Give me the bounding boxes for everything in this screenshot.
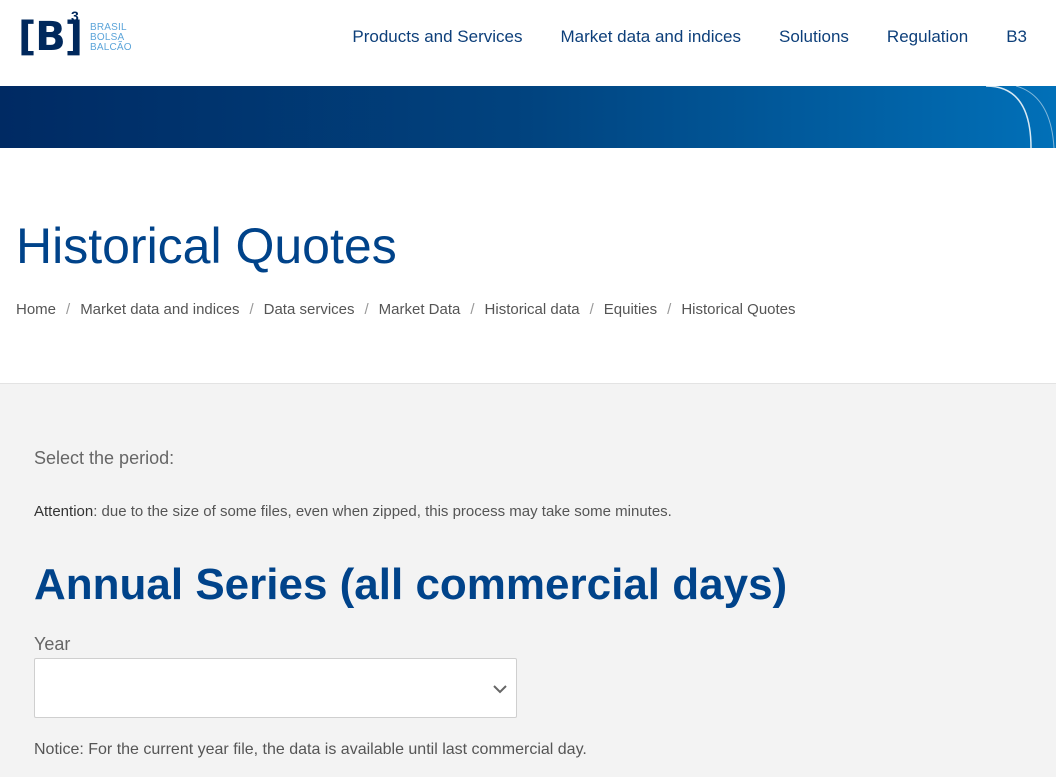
- b3-logo[interactable]: [B] 3 BRASIL BOLSA BALCÃO: [18, 8, 143, 66]
- breadcrumb-item[interactable]: Data services: [264, 301, 355, 318]
- logo-line: BALCÃO: [90, 42, 132, 53]
- breadcrumb-item[interactable]: Market data and indices: [80, 301, 239, 318]
- chevron-down-icon: [493, 685, 507, 694]
- page-heading-area: Historical Quotes Home / Market data and…: [0, 148, 1056, 384]
- nav-item-market-data[interactable]: Market data and indices: [560, 26, 741, 48]
- breadcrumb-item[interactable]: Historical data: [485, 301, 580, 318]
- breadcrumb-item[interactable]: Equities: [604, 301, 657, 318]
- logo-wordmark: BRASIL BOLSA BALCÃO: [90, 23, 132, 53]
- year-select[interactable]: [34, 658, 517, 718]
- nav-item-products-services[interactable]: Products and Services: [352, 26, 522, 48]
- select-period-label: Select the period:: [34, 448, 175, 468]
- banner-arc-decoration: [985, 86, 1055, 148]
- attention-label: Attention: [34, 503, 94, 520]
- breadcrumb-current: Historical Quotes: [681, 301, 796, 318]
- hero-banner: [0, 86, 1056, 148]
- breadcrumb-separator: /: [667, 301, 672, 318]
- nav-item-b3[interactable]: B3: [1006, 26, 1027, 48]
- breadcrumb: Home / Market data and indices / Data se…: [16, 301, 796, 318]
- notice-text: Notice: For the current year file, the d…: [34, 741, 587, 758]
- breadcrumb-separator: /: [589, 301, 594, 318]
- attention-text: : due to the size of some files, even wh…: [93, 503, 672, 520]
- section-title: Annual Series (all commercial days): [34, 560, 788, 609]
- attention-note: Attention: due to the size of some files…: [34, 503, 672, 520]
- main-nav: Products and Services Market data and in…: [352, 26, 1056, 48]
- breadcrumb-separator: /: [249, 301, 254, 318]
- logo-superscript: 3: [71, 8, 79, 24]
- breadcrumb-item[interactable]: Home: [16, 301, 56, 318]
- nav-item-regulation[interactable]: Regulation: [887, 26, 968, 48]
- nav-item-solutions[interactable]: Solutions: [779, 26, 849, 48]
- breadcrumb-separator: /: [364, 301, 369, 318]
- page-title: Historical Quotes: [16, 218, 397, 274]
- breadcrumb-item[interactable]: Market Data: [379, 301, 461, 318]
- year-label: Year: [34, 634, 71, 654]
- breadcrumb-separator: /: [470, 301, 475, 318]
- site-header: [B] 3 BRASIL BOLSA BALCÃO Products and S…: [0, 0, 1056, 86]
- breadcrumb-separator: /: [66, 301, 71, 318]
